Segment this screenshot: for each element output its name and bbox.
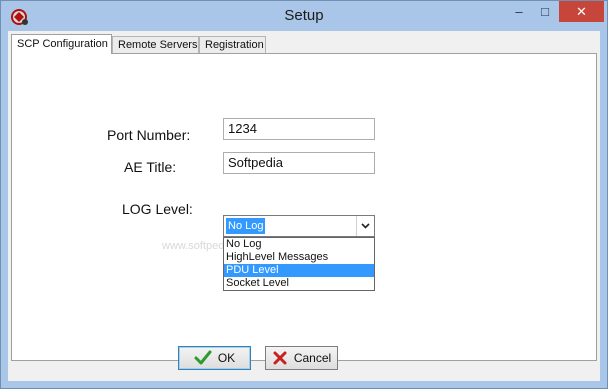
setup-window: Setup – □ ✕ SCP Configuration Remote Ser…: [0, 0, 608, 389]
log-level-label: LOG Level:: [122, 201, 193, 217]
log-option-pdu-level[interactable]: PDU Level: [224, 264, 374, 277]
ae-title-field[interactable]: Softpedia: [223, 152, 375, 174]
log-level-dropdown-list: No Log HighLevel Messages PDU Level Sock…: [223, 237, 375, 291]
scp-configuration-panel: Port Number: 1234 AE Title: Softpedia LO…: [11, 53, 597, 361]
port-number-field[interactable]: 1234: [223, 118, 375, 140]
port-number-label: Port Number:: [107, 127, 191, 143]
log-level-selected-value: No Log: [226, 218, 266, 234]
minimize-button[interactable]: –: [506, 1, 532, 22]
log-option-no-log[interactable]: No Log: [224, 238, 374, 251]
maximize-button[interactable]: □: [532, 1, 558, 22]
dialog-client: SCP Configuration Remote Servers Registr…: [8, 31, 600, 381]
ok-button[interactable]: OK: [178, 346, 251, 370]
tab-remote-servers[interactable]: Remote Servers: [112, 36, 199, 53]
log-option-highlevel-messages[interactable]: HighLevel Messages: [224, 251, 374, 264]
log-level-select[interactable]: No Log: [223, 215, 375, 237]
chevron-down-icon[interactable]: [356, 216, 374, 236]
ae-title-label: AE Title:: [124, 159, 177, 175]
x-icon: [273, 351, 287, 365]
check-icon: [194, 350, 212, 365]
log-option-socket-level[interactable]: Socket Level: [224, 277, 374, 290]
title-bar[interactable]: Setup – □ ✕: [1, 1, 607, 31]
cancel-button[interactable]: Cancel: [265, 346, 338, 370]
tab-scp-configuration[interactable]: SCP Configuration: [11, 34, 112, 54]
ok-button-label: OK: [217, 351, 236, 365]
tab-registration[interactable]: Registration: [199, 36, 266, 53]
close-button[interactable]: ✕: [559, 1, 604, 22]
cancel-button-label: Cancel: [293, 351, 332, 365]
